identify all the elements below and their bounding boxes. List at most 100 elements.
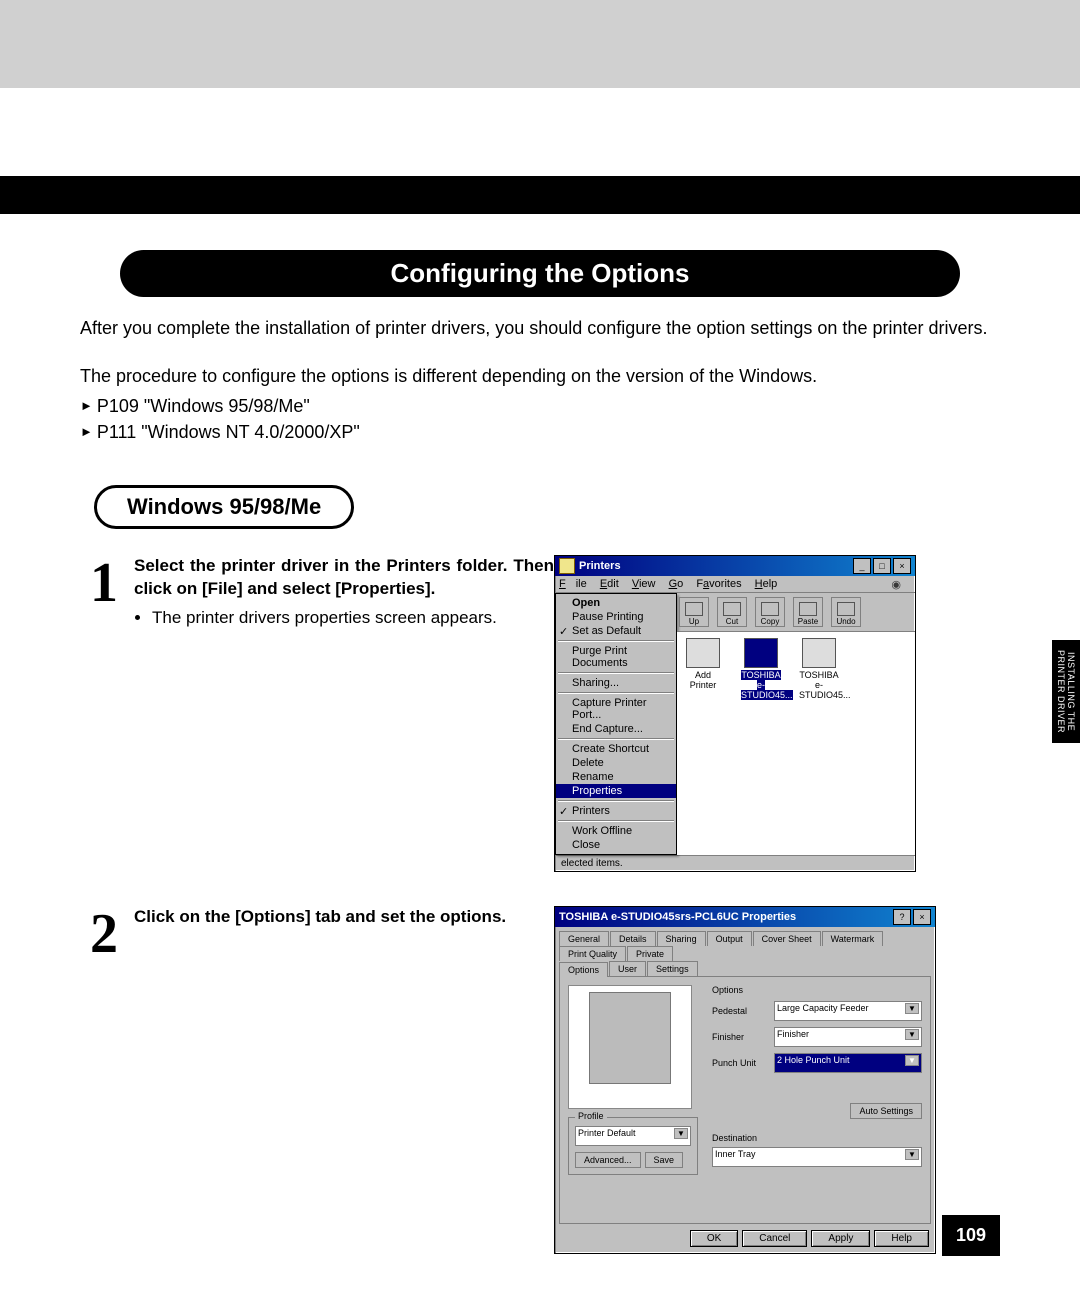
menu-file[interactable]: File bbox=[559, 578, 587, 590]
xref-link-2-text: P111 "Windows NT 4.0/2000/XP" bbox=[97, 422, 360, 442]
printer-item-1[interactable]: TOSHIBA e-STUDIO45... bbox=[741, 638, 781, 849]
tab-options[interactable]: Options bbox=[559, 962, 608, 977]
tab-print-quality[interactable]: Print Quality bbox=[559, 946, 626, 961]
menu-separator bbox=[558, 800, 674, 802]
tab-cover-sheet[interactable]: Cover Sheet bbox=[753, 931, 821, 946]
toolbar-undo-label: Undo bbox=[836, 617, 855, 626]
close-icon[interactable]: × bbox=[913, 909, 931, 925]
step-2: 2 Click on the [Options] tab and set the… bbox=[80, 906, 1000, 1254]
save-button[interactable]: Save bbox=[645, 1152, 684, 1168]
copy-icon bbox=[761, 602, 779, 616]
add-printer-item[interactable]: Add Printer bbox=[683, 638, 723, 849]
cut-icon bbox=[723, 602, 741, 616]
xref-link-2: P111 "Windows NT 4.0/2000/XP" bbox=[80, 419, 1000, 445]
menu-item-sharing[interactable]: Sharing... bbox=[556, 676, 676, 690]
help-icon[interactable]: ? bbox=[893, 909, 911, 925]
menu-item-pause[interactable]: Pause Printing bbox=[556, 610, 676, 624]
dialog-button-row: OK Cancel Apply Help bbox=[555, 1224, 935, 1253]
printers-titlebar: Printers _ □ × bbox=[555, 556, 915, 576]
printers-window: Printers _ □ × File Edit View Go Favorit… bbox=[554, 555, 916, 872]
menu-item-work-offline[interactable]: Work Offline bbox=[556, 824, 676, 838]
right-column: Options Pedestal Large Capacity Feeder F… bbox=[712, 985, 922, 1175]
finisher-label: Finisher bbox=[712, 1032, 768, 1042]
toolbar-copy-label: Copy bbox=[761, 617, 780, 626]
printer-item-2-label: TOSHIBA e-STUDIO45... bbox=[799, 670, 851, 700]
profile-combo[interactable]: Printer Default bbox=[575, 1126, 691, 1146]
step-2-instruction: Click on the [Options] tab and set the o… bbox=[134, 906, 554, 929]
printers-statusbar: elected items. bbox=[555, 855, 915, 871]
menu-item-capture[interactable]: Capture Printer Port... bbox=[556, 696, 676, 722]
menu-separator bbox=[558, 672, 674, 674]
toolbar-cut[interactable]: Cut bbox=[717, 597, 747, 627]
toolbar-up[interactable]: Up bbox=[679, 597, 709, 627]
menu-item-endcap[interactable]: End Capture... bbox=[556, 722, 676, 736]
punch-combo[interactable]: 2 Hole Punch Unit bbox=[774, 1053, 922, 1073]
printers-menubar: File Edit View Go Favorites Help ◉ bbox=[555, 576, 915, 593]
properties-dialog: TOSHIBA e-STUDIO45srs-PCL6UC Properties … bbox=[554, 906, 936, 1254]
options-group-title: Options bbox=[712, 985, 922, 995]
menu-item-shortcut[interactable]: Create Shortcut bbox=[556, 742, 676, 756]
tab-watermark[interactable]: Watermark bbox=[822, 931, 884, 946]
tab-sharing[interactable]: Sharing bbox=[657, 931, 706, 946]
cancel-button[interactable]: Cancel bbox=[742, 1230, 807, 1247]
options-tab-panel: Profile Printer Default Advanced... Save… bbox=[559, 976, 931, 1224]
minimize-icon[interactable]: _ bbox=[853, 558, 871, 574]
help-button[interactable]: Help bbox=[874, 1230, 929, 1247]
step-2-body: Click on the [Options] tab and set the o… bbox=[134, 906, 554, 929]
step-1-bullet: The printer drivers properties screen ap… bbox=[152, 607, 554, 630]
printer-icon bbox=[802, 638, 836, 668]
menu-item-purge[interactable]: Purge Print Documents bbox=[556, 644, 676, 670]
throbber-icon: ◉ bbox=[891, 578, 901, 591]
printer-preview bbox=[568, 985, 692, 1109]
menu-item-delete[interactable]: Delete bbox=[556, 756, 676, 770]
punch-field: Punch Unit 2 Hole Punch Unit bbox=[712, 1053, 922, 1073]
destination-combo[interactable]: Inner Tray bbox=[712, 1147, 922, 1167]
menu-help[interactable]: Help bbox=[755, 578, 778, 590]
ok-button[interactable]: OK bbox=[690, 1230, 738, 1247]
printers-title-text: Printers bbox=[579, 560, 621, 572]
toolbar-cut-label: Cut bbox=[726, 617, 738, 626]
menu-edit[interactable]: Edit bbox=[600, 578, 619, 590]
tab-details[interactable]: Details bbox=[610, 931, 656, 946]
menu-item-open[interactable]: Open bbox=[556, 596, 676, 610]
toolbar-copy[interactable]: Copy bbox=[755, 597, 785, 627]
page-content: Configuring the Options After you comple… bbox=[0, 214, 1080, 1254]
finisher-combo[interactable]: Finisher bbox=[774, 1027, 922, 1047]
tab-user[interactable]: User bbox=[609, 961, 646, 976]
menu-item-set-default[interactable]: Set as Default bbox=[556, 624, 676, 638]
printer-icons-area: Add Printer TOSHIBA e-STUDIO45... TOSHIB… bbox=[677, 632, 915, 855]
pedestal-combo[interactable]: Large Capacity Feeder bbox=[774, 1001, 922, 1021]
menu-item-printers[interactable]: Printers bbox=[556, 804, 676, 818]
properties-tabs-row1: General Details Sharing Output Cover She… bbox=[555, 927, 935, 961]
printer-icon bbox=[744, 638, 778, 668]
tab-general[interactable]: General bbox=[559, 931, 609, 946]
pedestal-field: Pedestal Large Capacity Feeder bbox=[712, 1001, 922, 1021]
tab-output[interactable]: Output bbox=[707, 931, 752, 946]
side-tab-line2: PRINTER DRIVER bbox=[1056, 650, 1066, 733]
maximize-icon[interactable]: □ bbox=[873, 558, 891, 574]
menu-view[interactable]: View bbox=[632, 578, 656, 590]
menu-item-properties[interactable]: Properties bbox=[556, 784, 676, 798]
tab-private[interactable]: Private bbox=[627, 946, 673, 961]
toolbar-paste[interactable]: Paste bbox=[793, 597, 823, 627]
menu-item-close[interactable]: Close bbox=[556, 838, 676, 852]
printer-item-1-label: TOSHIBA e-STUDIO45... bbox=[741, 670, 793, 700]
tab-settings[interactable]: Settings bbox=[647, 961, 698, 976]
menu-item-rename[interactable]: Rename bbox=[556, 770, 676, 784]
paste-icon bbox=[799, 602, 817, 616]
menu-go[interactable]: Go bbox=[669, 578, 684, 590]
page-number: 109 bbox=[942, 1215, 1000, 1256]
toolbar-undo[interactable]: Undo bbox=[831, 597, 861, 627]
auto-settings-button[interactable]: Auto Settings bbox=[850, 1103, 922, 1119]
toolbar: Up Cut Copy Paste Undo bbox=[677, 593, 915, 632]
menu-favorites[interactable]: Favorites bbox=[696, 578, 741, 590]
close-icon[interactable]: × bbox=[893, 558, 911, 574]
properties-titlebar: TOSHIBA e-STUDIO45srs-PCL6UC Properties … bbox=[555, 907, 935, 927]
profile-group-title: Profile bbox=[575, 1111, 607, 1121]
step-1: 1 Select the printer driver in the Print… bbox=[80, 555, 1000, 872]
printer-item-2[interactable]: TOSHIBA e-STUDIO45... bbox=[799, 638, 839, 849]
advanced-button[interactable]: Advanced... bbox=[575, 1152, 641, 1168]
properties-tabs-row2: Options User Settings bbox=[555, 961, 935, 976]
apply-button[interactable]: Apply bbox=[811, 1230, 870, 1247]
printers-body: Open Pause Printing Set as Default Purge… bbox=[555, 593, 915, 855]
